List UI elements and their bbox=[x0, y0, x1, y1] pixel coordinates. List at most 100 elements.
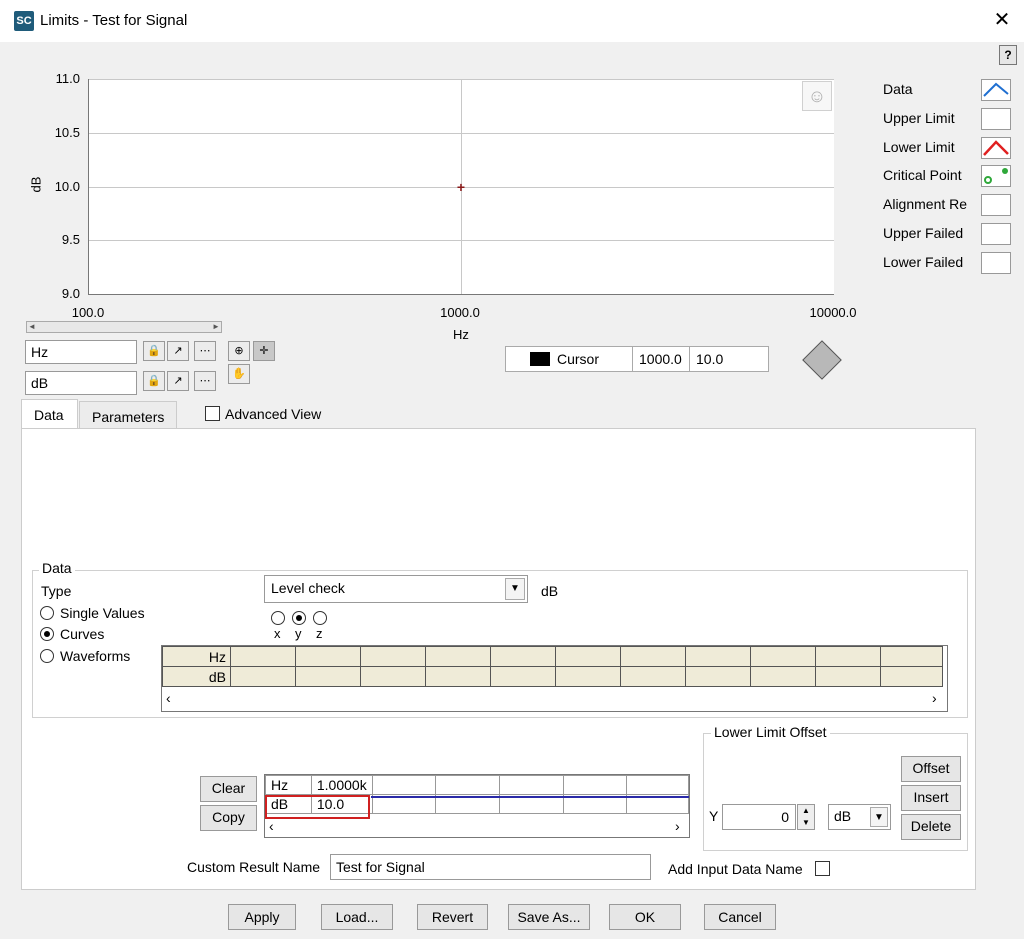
advanced-view-checkbox[interactable] bbox=[205, 406, 220, 421]
table-cell[interactable] bbox=[685, 666, 751, 687]
table-cell[interactable] bbox=[295, 646, 361, 667]
table-cell[interactable] bbox=[360, 646, 426, 667]
revert-button[interactable]: Revert bbox=[417, 904, 488, 930]
table-cell[interactable] bbox=[425, 646, 491, 667]
table-cell[interactable] bbox=[490, 666, 556, 687]
table-cell[interactable] bbox=[555, 646, 621, 667]
critical-point-icon[interactable] bbox=[981, 165, 1011, 187]
cancel-button[interactable]: Cancel bbox=[704, 904, 776, 930]
add-input-checkbox[interactable] bbox=[815, 861, 830, 876]
x-format-icon[interactable]: ⋯ bbox=[194, 341, 216, 361]
upper-limit-swatch[interactable] bbox=[981, 108, 1011, 130]
offset-unit-value: dB bbox=[834, 808, 852, 824]
table-cell[interactable] bbox=[815, 646, 881, 667]
x-tick-label: 10000.0 bbox=[809, 305, 857, 320]
data-point-marker: + bbox=[456, 179, 466, 195]
pan-hand-icon[interactable]: ✋ bbox=[228, 364, 250, 384]
offset-unit-select[interactable]: dB ▼ bbox=[828, 804, 891, 830]
tab-parameters[interactable]: Parameters bbox=[79, 401, 177, 431]
table-cell[interactable] bbox=[750, 646, 816, 667]
scroll-right-icon[interactable]: ► bbox=[211, 322, 221, 332]
table-cell[interactable] bbox=[425, 666, 491, 687]
y-lock-icon[interactable]: 🔒 bbox=[143, 371, 165, 391]
legend-label-lower-limit: Lower Limit bbox=[883, 139, 955, 155]
table-cell[interactable] bbox=[435, 775, 500, 795]
table-cell[interactable] bbox=[498, 775, 564, 795]
table-cell[interactable] bbox=[620, 666, 686, 687]
table-cell[interactable] bbox=[620, 646, 686, 667]
table-scroll-right-icon[interactable]: › bbox=[932, 690, 937, 706]
graph-scrollbar[interactable]: ◄ ► bbox=[26, 321, 222, 333]
table-cell[interactable] bbox=[555, 666, 621, 687]
y-format-icon[interactable]: ⋯ bbox=[194, 371, 216, 391]
data-line-icon[interactable] bbox=[981, 79, 1011, 101]
copy-button[interactable]: Copy bbox=[200, 805, 257, 831]
table-cell[interactable] bbox=[295, 666, 361, 687]
curve-data-table[interactable]: Hz dB ‹ › bbox=[161, 645, 948, 712]
load-button[interactable]: Load... bbox=[321, 904, 393, 930]
offset-button[interactable]: Offset bbox=[901, 756, 961, 782]
chevron-down-icon[interactable]: ▼ bbox=[505, 578, 525, 600]
zoom-icon[interactable]: ⊕ bbox=[228, 341, 250, 361]
lower-limit-line-icon[interactable] bbox=[981, 137, 1011, 159]
cursor-move-icon[interactable]: ✛ bbox=[253, 341, 275, 361]
ok-button[interactable]: OK bbox=[609, 904, 681, 930]
y-axis-name-field[interactable]: dB bbox=[25, 371, 137, 395]
table-cell[interactable] bbox=[562, 775, 628, 795]
table-cell[interactable]: 1.0000k bbox=[310, 775, 373, 795]
help-button[interactable]: ? bbox=[999, 45, 1017, 65]
clear-button[interactable]: Clear bbox=[200, 776, 257, 802]
alignment-swatch[interactable] bbox=[981, 194, 1011, 216]
table-cell[interactable] bbox=[360, 666, 426, 687]
lower-failed-swatch[interactable] bbox=[981, 252, 1011, 274]
upper-failed-swatch[interactable] bbox=[981, 223, 1011, 245]
custom-result-input[interactable]: Test for Signal bbox=[330, 854, 651, 880]
divider bbox=[689, 346, 690, 372]
add-input-label: Add Input Data Name bbox=[668, 861, 803, 877]
cursor-mover-icon[interactable] bbox=[802, 340, 842, 380]
type-select[interactable]: Level check ▼ bbox=[264, 575, 528, 603]
table-row: dB bbox=[162, 666, 943, 687]
curve-line bbox=[371, 796, 689, 798]
scroll-left-icon[interactable]: ◄ bbox=[27, 322, 37, 332]
table-cell[interactable] bbox=[880, 646, 943, 667]
radio-curves[interactable] bbox=[40, 627, 54, 641]
table-cell[interactable] bbox=[490, 646, 556, 667]
table-cell[interactable] bbox=[750, 666, 816, 687]
insert-button[interactable]: Insert bbox=[901, 785, 961, 811]
chevron-down-icon[interactable]: ▼ bbox=[870, 807, 888, 827]
table-cell[interactable] bbox=[815, 666, 881, 687]
radio-axis-z[interactable] bbox=[313, 611, 327, 625]
y-offset-input[interactable]: 0 bbox=[722, 804, 796, 830]
y-autoscale-icon[interactable]: ↗ bbox=[167, 371, 189, 391]
table-cell[interactable] bbox=[880, 666, 943, 687]
radio-label: Curves bbox=[60, 626, 105, 642]
close-icon[interactable]: ✕ bbox=[990, 6, 1014, 34]
table-cell[interactable] bbox=[626, 775, 689, 795]
save-as-button[interactable]: Save As... bbox=[508, 904, 590, 930]
x-tick-label: 100.0 bbox=[71, 305, 105, 320]
table-cell[interactable] bbox=[685, 646, 751, 667]
x-autoscale-icon[interactable]: ↗ bbox=[167, 341, 189, 361]
radio-waveforms[interactable] bbox=[40, 649, 54, 663]
radio-axis-y[interactable] bbox=[292, 611, 306, 625]
x-lock-icon[interactable]: 🔒 bbox=[143, 341, 165, 361]
result-scroll-left-icon[interactable]: ‹ bbox=[269, 818, 274, 834]
x-axis-name-field[interactable]: Hz bbox=[25, 340, 137, 364]
table-scroll-left-icon[interactable]: ‹ bbox=[166, 690, 171, 706]
apply-button[interactable]: Apply bbox=[228, 904, 296, 930]
table-cell[interactable] bbox=[230, 666, 296, 687]
result-scroll-right-icon[interactable]: › bbox=[675, 818, 680, 834]
table-cell[interactable] bbox=[230, 646, 296, 667]
graph-palette-icon[interactable]: ☺ bbox=[802, 81, 832, 111]
delete-button[interactable]: Delete bbox=[901, 814, 961, 840]
legend-label-upper-limit: Upper Limit bbox=[883, 110, 955, 126]
radio-axis-x[interactable] bbox=[271, 611, 285, 625]
cursor-x-value: 1000.0 bbox=[639, 351, 682, 367]
tab-data[interactable]: Data bbox=[21, 399, 78, 430]
table-cell[interactable] bbox=[371, 775, 437, 795]
y-offset-stepper[interactable]: ▲ ▼ bbox=[797, 804, 815, 830]
cursor-name: Cursor bbox=[557, 351, 600, 367]
radio-single-values[interactable] bbox=[40, 606, 54, 620]
cursor-color-swatch[interactable] bbox=[530, 352, 550, 366]
